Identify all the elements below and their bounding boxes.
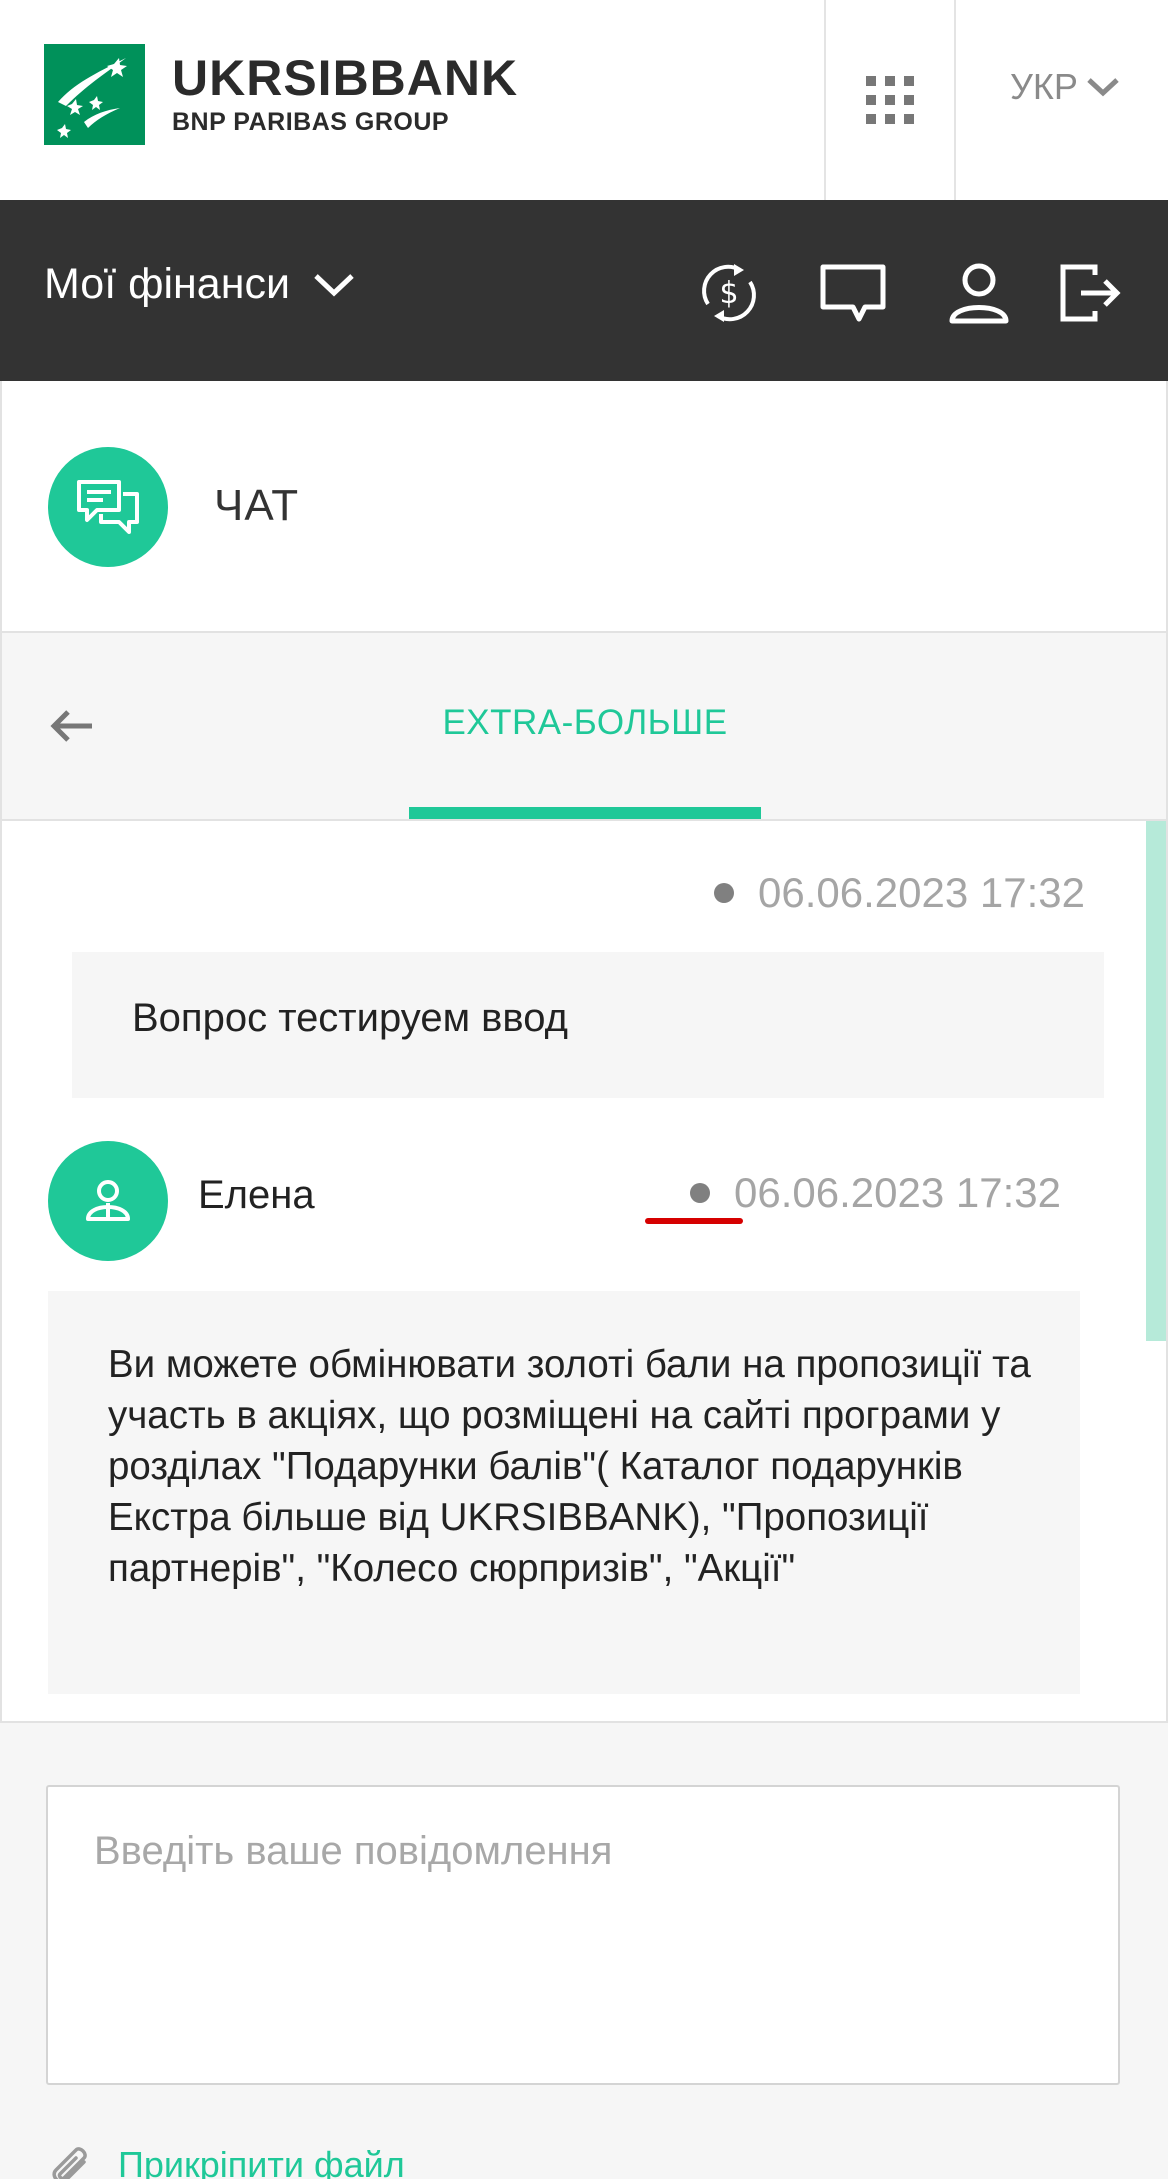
page-title: ЧАТ (214, 481, 300, 530)
logout-icon[interactable] (1054, 258, 1124, 328)
agent-name: Елена (198, 1173, 315, 1217)
agent-message-text: Ви можете обмінювати золоті бали на проп… (108, 1343, 1031, 1590)
language-selector[interactable]: УКР (1010, 62, 1120, 112)
agent-avatar-icon (48, 1141, 168, 1261)
attach-file-label: Прикріпити файл (118, 2144, 405, 2179)
arrow-left-icon (50, 710, 92, 742)
finances-dropdown[interactable]: Мої фінанси (44, 260, 356, 309)
currency-exchange-icon[interactable]: $ (694, 258, 764, 328)
message-list[interactable]: 06.06.2023 17:32 Вопрос тестируем ввод Е… (0, 821, 1168, 1721)
chat-bubble-icon[interactable] (818, 258, 888, 328)
paperclip-icon (52, 2147, 87, 2179)
status-dot-icon (714, 883, 734, 903)
message-timestamp: 06.06.2023 17:32 (690, 1169, 1061, 1217)
bank-logo[interactable]: UKRSIBBANK BNP PARIBAS GROUP (44, 44, 518, 145)
chat-tabs: EXTRA-БОЛЬШЕ (0, 633, 1168, 821)
scrollbar-thumb[interactable] (1146, 821, 1166, 1341)
agent-message-bubble: Ви можете обмінювати золоті бали на проп… (48, 1291, 1080, 1694)
message-timestamp: 06.06.2023 17:32 (714, 869, 1085, 917)
chat-header: ЧАТ (0, 381, 1168, 633)
tab-extra-bolshe[interactable]: EXTRA-БОЛЬШЕ (409, 703, 761, 743)
apps-grid-icon (866, 76, 914, 124)
message-composer: Прикріпити файл (0, 1721, 1168, 2179)
scrollbar-track (1146, 1341, 1166, 1721)
main-navigation: Мої фінанси $ (0, 200, 1168, 381)
user-message-text: Вопрос тестируем ввод (132, 996, 568, 1040)
message-input-box[interactable] (46, 1785, 1120, 2085)
svg-text:$: $ (719, 276, 738, 311)
annotation-underline (645, 1218, 743, 1224)
user-message-bubble: Вопрос тестируем ввод (72, 952, 1104, 1098)
attach-file-button[interactable]: Прикріпити файл (46, 2142, 405, 2179)
top-header: UKRSIBBANK BNP PARIBAS GROUP УКР (0, 0, 1168, 200)
brand-subtitle: BNP PARIBAS GROUP (172, 108, 450, 136)
user-profile-icon[interactable] (944, 258, 1014, 328)
logo-stars-icon (44, 44, 145, 145)
brand-name: UKRSIBBANK (172, 50, 519, 106)
language-label: УКР (1010, 66, 1078, 107)
chevron-down-icon (314, 273, 354, 296)
status-dot-icon (690, 1183, 710, 1203)
active-tab-indicator (409, 807, 761, 819)
back-button[interactable] (46, 701, 96, 751)
chevron-down-icon (1087, 78, 1119, 97)
message-input[interactable] (48, 1787, 1118, 2083)
chat-icon (48, 447, 168, 567)
apps-menu-button[interactable] (824, 0, 956, 200)
finances-label: Мої фінанси (44, 260, 290, 308)
